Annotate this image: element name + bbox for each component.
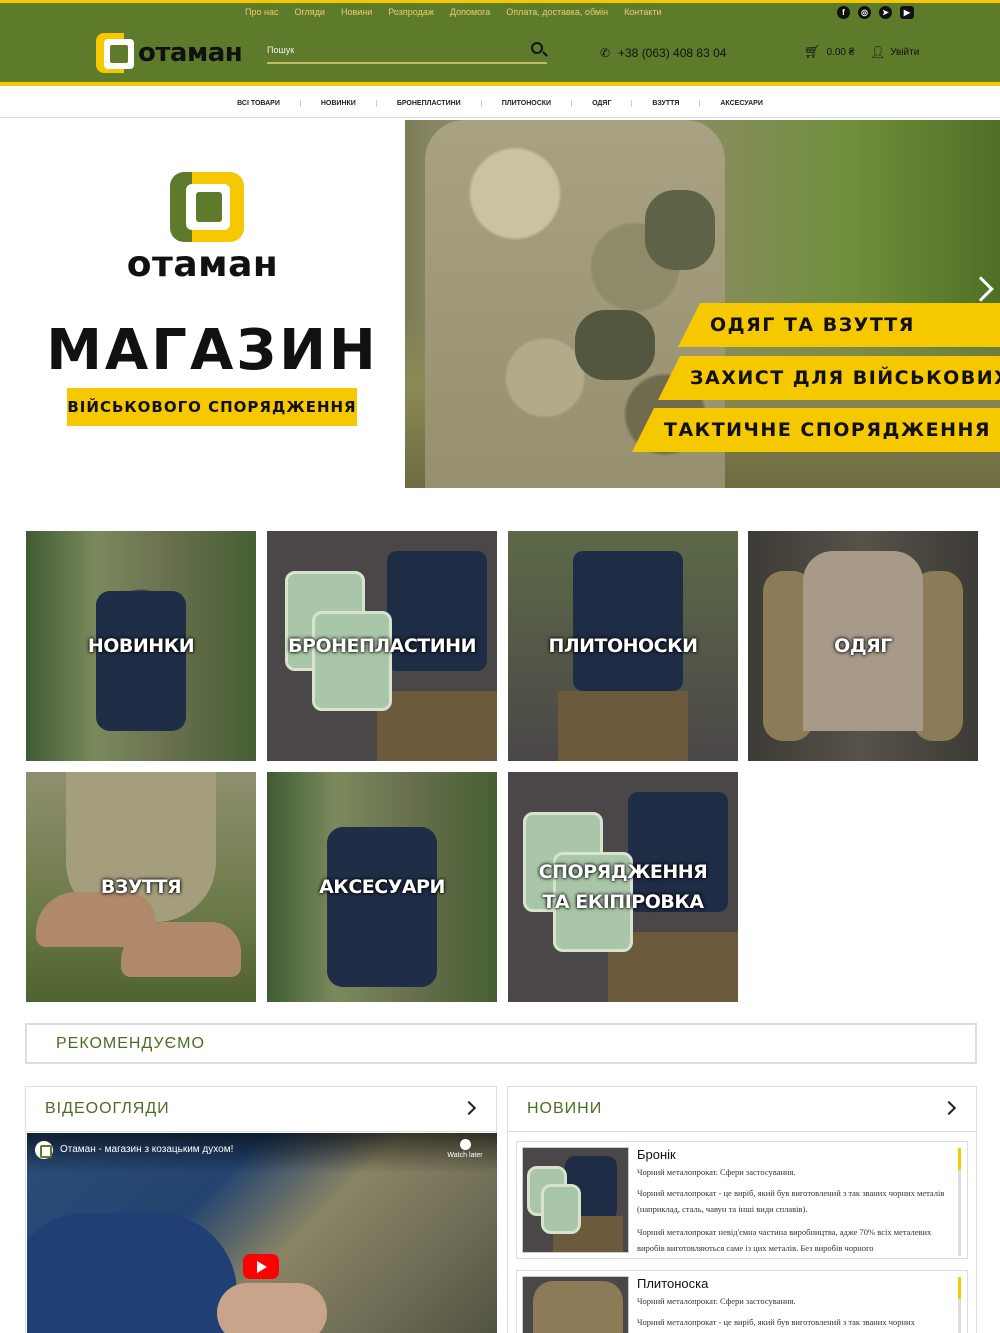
login-label: Увійти	[890, 46, 920, 58]
hero-banner[interactable]: отаман МАГАЗИН ВІЙСЬКОВОГО СПОРЯДЖЕННЯ О…	[0, 120, 1000, 488]
hero-logo-mark	[170, 172, 244, 242]
top-link-about[interactable]: Про нас	[245, 7, 278, 17]
chevron-right-icon[interactable]	[941, 1100, 957, 1116]
chevron-right-icon[interactable]	[461, 1100, 477, 1116]
category-nav: ВСІ ТОВАРИ НОВИНКИ БРОНЕПЛАСТИНИ ПЛИТОНО…	[0, 90, 1000, 118]
logo-text: отаман	[138, 38, 243, 68]
top-link-sale[interactable]: Розпродаж	[388, 7, 434, 17]
category-tile-plate-carriers[interactable]: ПЛИТОНОСКИ	[508, 531, 738, 761]
social-links: f ◎ ➤ ▶	[837, 6, 914, 19]
search-input[interactable]	[267, 38, 517, 62]
nav-accessories[interactable]: АКСЕСУАРИ	[700, 100, 783, 107]
nav-all-products[interactable]: ВСІ ТОВАРИ	[217, 100, 301, 107]
category-tile-footwear[interactable]: ВЗУТТЯ	[26, 772, 256, 1002]
news-item-text: Чорний металопрокат невід'ємна частина в…	[637, 1227, 932, 1253]
news-item-title[interactable]: Плитоноска	[637, 1276, 708, 1291]
site-logo[interactable]: отаман	[96, 30, 243, 76]
top-link-contacts[interactable]: Контакти	[624, 7, 661, 17]
hero-tag-clothing: ОДЯГ ТА ВЗУТТЯ	[678, 303, 1000, 347]
phone-icon: ✆	[600, 46, 611, 60]
top-link-payment[interactable]: Оплата, доставка, обмін	[506, 7, 608, 17]
watch-later-button[interactable]: Watch later	[445, 1139, 485, 1159]
login-button[interactable]: 👤︎ Увійти	[870, 46, 919, 58]
user-icon: 👤︎	[870, 45, 886, 59]
category-tile-label-line1: СПОРЯДЖЕННЯ	[538, 861, 708, 883]
category-tile-label: БРОНЕПЛАСТИНИ	[288, 635, 476, 657]
video-reviews-title[interactable]: ВІДЕООГЛЯДИ	[45, 1100, 170, 1118]
news-item[interactable]: Плитоноска Чорний металопрокат. Сфери за…	[516, 1270, 968, 1333]
top-link-news[interactable]: Новини	[341, 7, 372, 17]
hero-ribbon: ВІЙСЬКОВОГО СПОРЯДЖЕННЯ	[67, 388, 357, 426]
news-item-text: Чорний металопрокат - це виріб, який був…	[637, 1188, 945, 1214]
nav-plate-carriers[interactable]: ПЛИТОНОСКИ	[482, 100, 573, 107]
news-panel: НОВИНИ Бронік Чорний металопрокат. Сфери…	[507, 1086, 977, 1333]
cart-button[interactable]: 🛒︎ 0.00 ₴	[804, 44, 855, 59]
category-tile-label: НОВИНКИ	[87, 635, 195, 657]
slider-next-icon[interactable]	[968, 276, 994, 302]
glove	[645, 190, 715, 270]
recommended-section: РЕКОМЕНДУЄМО	[25, 1023, 977, 1064]
hero-left: отаман МАГАЗИН ВІЙСЬКОВОГО СПОРЯДЖЕННЯ	[0, 120, 405, 488]
news-thumbnail[interactable]	[522, 1147, 629, 1253]
news-item-text: Чорний металопрокат. Сфери застосування.	[637, 1167, 796, 1177]
category-tile-label: ОДЯГ	[834, 635, 892, 657]
category-tile-label-line2: ТА ЕКІПІРОВКА	[542, 891, 704, 913]
news-item-title[interactable]: Бронік	[637, 1147, 676, 1162]
top-info-bar: Про нас Огляди Новини Розпродаж Допомога…	[0, 0, 1000, 22]
category-tile-label: СПОРЯДЖЕННЯ ТА ЕКІПІРОВКА	[508, 857, 738, 917]
cart-total: 0.00 ₴	[826, 46, 855, 58]
hero-brand: отаман	[126, 244, 279, 285]
search-box	[267, 38, 547, 64]
phone-contact[interactable]: ✆ +38 (063) 408 83 04	[600, 46, 726, 60]
facebook-icon[interactable]: f	[837, 6, 850, 19]
site-header: отаман ✆ +38 (063) 408 83 04 🛒︎ 0.00 ₴ 👤…	[0, 22, 1000, 86]
top-link-reviews[interactable]: Огляди	[294, 7, 325, 17]
category-tile-label: АКСЕСУАРИ	[319, 876, 445, 898]
video-player[interactable]: Отаман - магазин з козацьким духом! Watc…	[27, 1133, 497, 1333]
nav-armor-plates[interactable]: БРОНЕПЛАСТИНИ	[377, 100, 482, 107]
category-tile-label: ПЛИТОНОСКИ	[548, 635, 698, 657]
category-tile-label: ВЗУТТЯ	[100, 876, 182, 898]
news-thumbnail[interactable]	[522, 1276, 629, 1333]
search-icon[interactable]	[531, 42, 543, 54]
instagram-icon[interactable]: ◎	[858, 6, 871, 19]
clock-icon	[459, 1139, 471, 1150]
video-title[interactable]: Отаман - магазин з козацьким духом!	[60, 1144, 233, 1155]
news-item[interactable]: Бронік Чорний металопрокат. Сфери застос…	[516, 1141, 968, 1259]
top-link-help[interactable]: Допомога	[450, 7, 490, 17]
scrollbar[interactable]	[958, 1277, 961, 1333]
nav-footwear[interactable]: ВЗУТТЯ	[632, 100, 701, 107]
hero-tag-tactical: ТАКТИЧНЕ СПОРЯДЖЕННЯ	[632, 408, 1000, 452]
news-header: НОВИНИ	[508, 1087, 976, 1132]
news-item-text: Чорний металопрокат - це виріб, який був…	[637, 1317, 915, 1327]
cart-icon: 🛒︎	[804, 44, 821, 59]
nav-clothing[interactable]: ОДЯГ	[572, 100, 633, 107]
category-tile-new[interactable]: НОВИНКИ	[26, 531, 256, 761]
watch-later-label: Watch later	[447, 1152, 483, 1159]
phone-number: +38 (063) 408 83 04	[618, 46, 727, 60]
news-title[interactable]: НОВИНИ	[527, 1100, 602, 1118]
scrollbar[interactable]	[958, 1148, 961, 1256]
hero-headline: МАГАЗИН	[46, 318, 379, 383]
video-reviews-panel: ВІДЕООГЛЯДИ Отаман - магазин з козацьким…	[25, 1086, 497, 1333]
video-reviews-header: ВІДЕООГЛЯДИ	[26, 1087, 496, 1132]
nav-new[interactable]: НОВИНКИ	[301, 100, 377, 107]
category-tile-armor-plates[interactable]: БРОНЕПЛАСТИНИ	[267, 531, 497, 761]
top-links: Про нас Огляди Новини Розпродаж Допомога…	[245, 7, 678, 17]
youtube-icon[interactable]: ▶	[900, 6, 914, 19]
category-tile-accessories[interactable]: АКСЕСУАРИ	[267, 772, 497, 1002]
category-tile-equipment[interactable]: СПОРЯДЖЕННЯ ТА ЕКІПІРОВКА	[508, 772, 738, 1002]
logo-mark	[96, 33, 136, 73]
telegram-icon[interactable]: ➤	[879, 6, 892, 19]
news-item-text: Чорний металопрокат. Сфери застосування.	[637, 1296, 796, 1306]
glove	[575, 310, 655, 380]
channel-logo-icon[interactable]	[35, 1141, 53, 1159]
recommended-title: РЕКОМЕНДУЄМО	[56, 1035, 205, 1052]
category-tile-clothing[interactable]: ОДЯГ	[748, 531, 978, 761]
play-icon[interactable]	[243, 1254, 279, 1279]
hero-tag-protection: ЗАХИСТ ДЛЯ ВІЙСЬКОВИХ	[658, 356, 1000, 400]
